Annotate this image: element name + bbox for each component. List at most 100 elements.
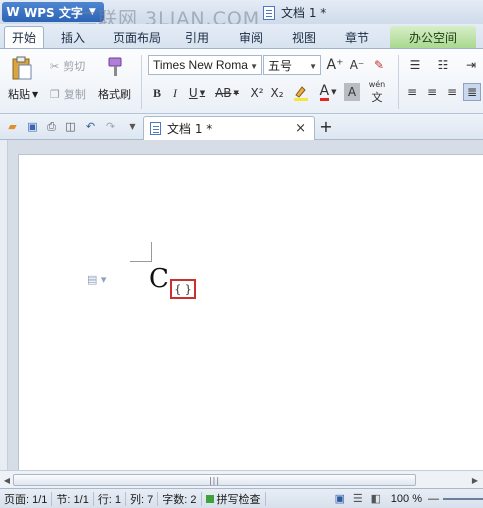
folder-icon[interactable]: ▰	[6, 120, 19, 133]
underline-button[interactable]: U ▼	[186, 84, 208, 102]
subscript-icon: X₂	[270, 86, 284, 100]
status-col[interactable]: 列: 7	[126, 491, 159, 506]
tab-chapter[interactable]: 章节	[328, 26, 386, 48]
outline-view-icon[interactable]: ☰	[349, 492, 367, 505]
undo-icon[interactable]: ↶	[84, 120, 97, 133]
underline-icon: U	[188, 86, 198, 100]
italic-icon: I	[173, 85, 177, 100]
status-bar: 页面: 1/1 节: 1/1 行: 1 列: 7 字数: 2 拼写检查 ▣ ☰ …	[0, 488, 483, 508]
cut-label: 剪切	[63, 60, 86, 73]
indent-icon: ⇥	[465, 58, 477, 72]
cut-button[interactable]: ✂ 剪切	[50, 58, 85, 74]
scroll-right-icon[interactable]: ▶	[470, 474, 480, 486]
paste-icon[interactable]	[10, 55, 34, 81]
page-view-icon[interactable]: ▣	[331, 492, 349, 505]
superscript-button[interactable]: X²	[248, 84, 266, 102]
numbered-list-icon: ☷	[437, 58, 449, 72]
wps-logo-icon: W	[6, 5, 20, 19]
web-view-icon[interactable]: ◧	[367, 492, 385, 505]
numbered-list-button[interactable]: ☷	[432, 57, 454, 73]
status-words[interactable]: 字数: 2	[158, 491, 202, 506]
indent-button[interactable]: ⇥	[462, 57, 480, 73]
app-name: WPS 文字	[24, 5, 83, 20]
customize-dropdown-icon[interactable]: ▼	[126, 120, 139, 133]
tab-references[interactable]: 引用	[172, 26, 222, 48]
align-right-icon: ≡	[446, 85, 458, 99]
quick-access-bar: ▰ ▣ ⎙ ◫ ↶ ↷ ▼ 文档 1 * × +	[0, 114, 483, 140]
bullet-list-icon: ☰	[409, 58, 421, 72]
redo-icon[interactable]: ↷	[104, 120, 117, 133]
scissors-icon: ✂	[50, 59, 60, 73]
tab-view[interactable]: 视图	[280, 26, 328, 48]
document-tab[interactable]: 文档 1 * ×	[143, 116, 315, 140]
caret-down-icon: ▼	[199, 89, 206, 97]
paste-button[interactable]: 粘贴 ▼	[8, 86, 38, 102]
shrink-font-button[interactable]: A⁻	[348, 56, 366, 74]
view-controls: ▣ ☰ ◧ 100 % —	[331, 492, 483, 505]
grow-font-icon: A⁺	[326, 57, 344, 73]
bold-button[interactable]: B	[150, 84, 164, 102]
copy-button[interactable]: ❐ 复制	[50, 86, 86, 102]
phonetic-guide-button[interactable]: wén 文	[364, 80, 390, 104]
bullet-list-button[interactable]: ☰	[404, 57, 426, 73]
strikethrough-icon: AB	[215, 86, 232, 100]
document-page[interactable]: ▤ ▾ C { }	[18, 154, 483, 470]
font-size-select[interactable]: 五号 ▼	[263, 55, 321, 75]
grow-font-button[interactable]: A⁺	[326, 56, 344, 74]
tab-insert[interactable]: 插入	[44, 26, 102, 48]
window-title: 文档 1 *	[263, 4, 326, 21]
scroll-thumb[interactable]: |||	[13, 474, 416, 486]
scroll-left-icon[interactable]: ◀	[2, 474, 12, 486]
highlight-button[interactable]	[290, 84, 312, 102]
status-section[interactable]: 节: 1/1	[52, 491, 94, 506]
eraser-icon: ✎	[373, 58, 385, 72]
italic-button[interactable]: I	[168, 84, 182, 102]
strikethrough-button[interactable]: AB ▼	[212, 84, 242, 102]
spell-check-toggle[interactable]: 拼写检查	[202, 491, 266, 506]
document-tab-label: 文档 1 *	[167, 122, 213, 136]
equation-placeholder[interactable]: { }	[170, 279, 196, 299]
copy-icon: ❐	[50, 87, 60, 101]
save-icon[interactable]: ▣	[26, 120, 39, 133]
spell-check-indicator-icon	[205, 494, 214, 503]
paragraph-layout-icon[interactable]: ▤ ▾	[87, 273, 106, 286]
copy-label: 复制	[63, 88, 86, 101]
bold-icon: B	[152, 85, 161, 100]
new-tab-button[interactable]: +	[318, 117, 334, 136]
zoom-level[interactable]: 100 %	[391, 493, 422, 505]
align-left-button[interactable]: ≡	[404, 84, 420, 100]
char-shading-icon: A	[347, 85, 357, 99]
font-name-value: Times New Roma	[153, 58, 248, 72]
caret-down-icon: ▼	[233, 89, 239, 97]
close-icon[interactable]: ×	[295, 121, 306, 136]
format-painter-button[interactable]: 格式刷	[98, 86, 131, 102]
char-shading-button[interactable]: A	[344, 83, 360, 101]
font-color-button[interactable]: A ▼	[316, 82, 340, 102]
tab-page-layout[interactable]: 页面布局	[102, 26, 172, 48]
tab-office-space[interactable]: 办公空间	[390, 26, 476, 48]
align-center-icon: ≡	[426, 85, 438, 99]
format-painter-icon[interactable]	[104, 55, 126, 79]
title-bar: W WPS 文字 ▼ 二联网 3LIAN.COM 文档 1 *	[0, 0, 483, 30]
document-text[interactable]: C	[149, 265, 169, 293]
justify-button[interactable]: ≣	[463, 83, 481, 101]
char-icon: 文	[371, 90, 383, 104]
superscript-icon: X²	[250, 86, 264, 100]
horizontal-scrollbar[interactable]: ◀ ||| ▶	[0, 470, 483, 488]
subscript-button[interactable]: X₂	[268, 84, 286, 102]
print-icon[interactable]: ⎙	[45, 120, 58, 133]
status-page[interactable]: 页面: 1/1	[0, 491, 53, 506]
status-row[interactable]: 行: 1	[94, 491, 127, 506]
zoom-slider[interactable]	[443, 497, 483, 500]
tab-review[interactable]: 审阅	[222, 26, 280, 48]
print-preview-icon[interactable]: ◫	[64, 120, 77, 133]
align-center-button[interactable]: ≡	[424, 84, 440, 100]
font-name-select[interactable]: Times New Roma ▼	[148, 55, 262, 75]
zoom-out-button[interactable]: —	[428, 493, 439, 505]
tab-home[interactable]: 开始	[4, 26, 44, 48]
align-left-icon: ≡	[406, 85, 418, 99]
align-right-button[interactable]: ≡	[444, 84, 460, 100]
clear-format-button[interactable]: ✎	[370, 56, 388, 74]
document-area: ▤ ▾ C { }	[0, 140, 483, 470]
document-icon	[150, 122, 161, 135]
